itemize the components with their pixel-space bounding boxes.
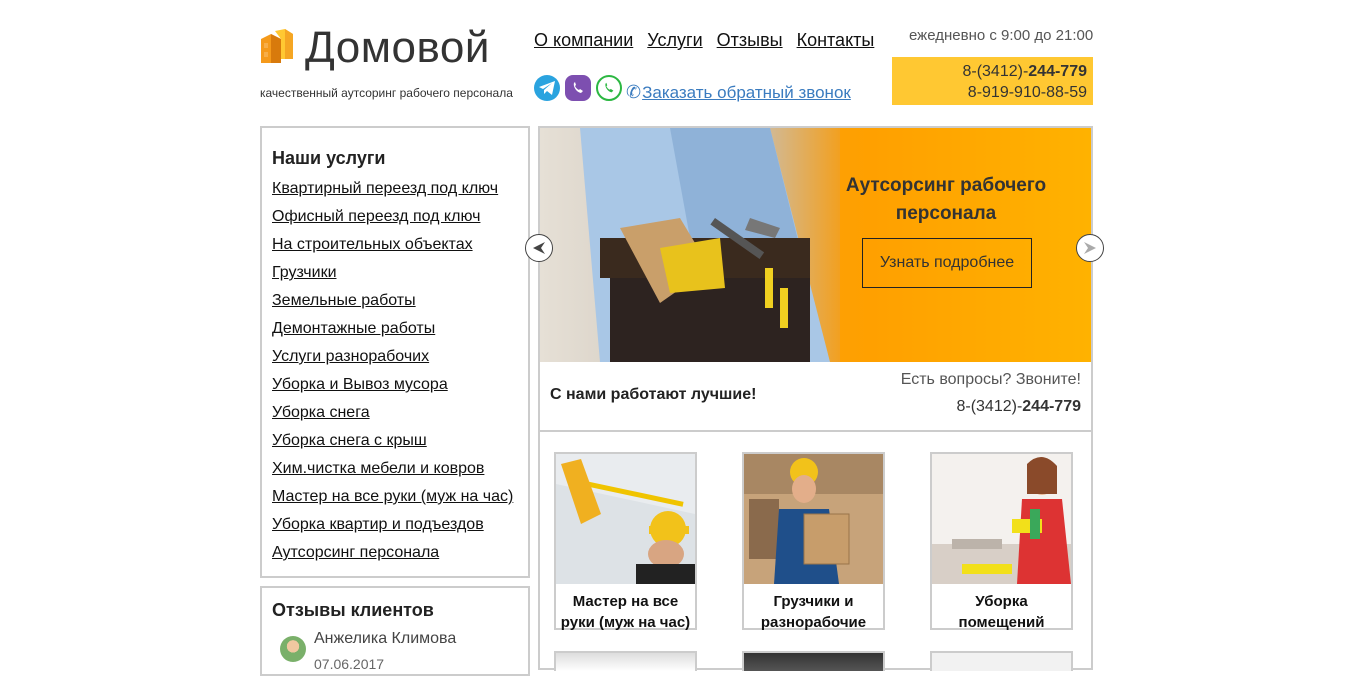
list-item: Офисный переезд под ключ	[272, 203, 528, 231]
avatar	[280, 636, 306, 662]
card-next-row-2[interactable]	[742, 651, 885, 671]
slider-next-button[interactable]	[1076, 234, 1104, 262]
arrow-right-icon	[1084, 242, 1096, 254]
service-link[interactable]: Офисный переезд под ключ	[272, 208, 480, 225]
service-link[interactable]: Уборка снега	[272, 404, 370, 421]
banner-title-line2: персонала	[895, 203, 997, 224]
service-link[interactable]: Хим.чистка мебели и ковров	[272, 460, 484, 477]
reviewer-name: Анжелика Климова	[314, 630, 457, 647]
nav-services[interactable]: Услуги	[647, 30, 702, 51]
banner-slider: Аутсорсинг рабочего персонала Узнать под…	[540, 128, 1091, 362]
list-item: Уборка снега	[272, 399, 528, 427]
card-label-line1: Мастер на все	[572, 593, 679, 610]
contact-phone[interactable]: 8-(3412)-244-779	[956, 398, 1081, 416]
best-slogan: С нами работают лучшие!	[550, 386, 757, 403]
logo-text[interactable]: Домовой	[305, 22, 490, 74]
top-nav: О компании Услуги Отзывы Контакты	[534, 30, 874, 51]
list-item: Хим.чистка мебели и ковров	[272, 455, 528, 483]
card-next-row-1[interactable]	[554, 651, 697, 671]
viber-icon[interactable]	[565, 75, 591, 101]
banner-frame: Аутсорсинг рабочего персонала Узнать под…	[538, 126, 1093, 432]
cleaning-photo	[932, 454, 1071, 584]
service-link[interactable]: Услуги разнорабочих	[272, 348, 429, 365]
learn-more-button[interactable]: Узнать подробнее	[862, 238, 1032, 288]
phone2[interactable]: 8-919-910-88-59	[892, 84, 1093, 102]
reviews-title: Отзывы клиентов	[272, 600, 434, 620]
card-label-line2: помещений	[958, 614, 1045, 631]
callback: ✆ Заказать обратный звонок	[626, 82, 851, 103]
working-hours: ежедневно с 9:00 до 21:00	[909, 27, 1094, 44]
list-item: Уборка снега с крыш	[272, 427, 528, 455]
card-handyman[interactable]: Мастер на все руки (муж на час)	[554, 452, 697, 633]
services-list: Квартирный переезд под ключ Офисный пере…	[262, 175, 528, 567]
list-item: Аутсорсинг персонала	[272, 539, 528, 567]
list-item: Грузчики	[272, 259, 528, 287]
nav-about[interactable]: О компании	[534, 30, 633, 51]
callback-link[interactable]: Заказать обратный звонок	[642, 83, 851, 103]
card-label-line2: разнорабочие	[760, 614, 867, 631]
service-link[interactable]: Квартирный переезд под ключ	[272, 180, 498, 197]
phone1-prefix[interactable]: 8-(3412)-	[962, 63, 1028, 80]
handyman-photo	[556, 454, 695, 584]
contact-phone-prefix: 8-(3412)-	[956, 398, 1023, 415]
nav-reviews[interactable]: Отзывы	[717, 30, 783, 51]
service-link[interactable]: Уборка квартир и подъездов	[272, 516, 484, 533]
nav-contacts[interactable]: Контакты	[797, 30, 875, 51]
service-link[interactable]: На строительных объектах	[272, 236, 473, 253]
phone-box: 8-(3412)-244-779 8-919-910-88-59	[892, 57, 1093, 105]
contact-phone-number: 244-779	[1022, 398, 1081, 415]
card-label: Мастер на все руки (муж на час)	[556, 591, 695, 633]
service-link[interactable]: Грузчики	[272, 264, 337, 281]
list-item: Мастер на все руки (муж на час)	[272, 483, 528, 511]
card-next-row-3[interactable]	[930, 651, 1073, 671]
list-item: Уборка квартир и подъездов	[272, 511, 528, 539]
worker-photo	[540, 128, 840, 362]
list-item: Земельные работы	[272, 287, 528, 315]
service-link[interactable]: Демонтажные работы	[272, 320, 435, 337]
card-label: Уборка помещений	[932, 591, 1071, 633]
banner-title-line1: Аутсорсинг рабочего	[845, 175, 1047, 196]
service-link[interactable]: Уборка и Вывоз мусора	[272, 376, 448, 393]
whatsapp-icon[interactable]	[596, 75, 622, 101]
service-link[interactable]: Мастер на все руки (муж на час)	[272, 488, 513, 505]
services-panel: Наши услуги Квартирный переезд под ключ …	[260, 126, 530, 578]
list-item: Демонтажные работы	[272, 315, 528, 343]
card-label: Грузчики и разнорабочие	[744, 591, 883, 633]
arrow-left-icon	[533, 242, 545, 254]
list-item: На строительных объектах	[272, 231, 528, 259]
messenger-links	[534, 75, 622, 101]
reviews-panel: Отзывы клиентов Анжелика Климова 07.06.2…	[260, 586, 530, 676]
card-label-line1: Уборка	[975, 593, 1028, 610]
banner-title: Аутсорсинг рабочего персонала	[830, 172, 1062, 228]
loaders-photo	[744, 454, 883, 584]
card-cleaning[interactable]: Уборка помещений	[930, 452, 1073, 633]
service-link[interactable]: Аутсорсинг персонала	[272, 544, 439, 561]
list-item: Уборка и Вывоз мусора	[272, 371, 528, 399]
card-loaders[interactable]: Грузчики и разнорабочие	[742, 452, 885, 633]
service-link[interactable]: Земельные работы	[272, 292, 416, 309]
card-label-line2: руки (муж на час)	[560, 614, 691, 631]
service-link[interactable]: Уборка снега с крыш	[272, 432, 427, 449]
logo-icon	[261, 29, 293, 63]
phone1-number[interactable]: 244-779	[1028, 63, 1087, 80]
phone-icon: ✆	[626, 82, 642, 102]
tagline: качественный аутсоринг рабочего персонал…	[260, 86, 513, 100]
services-title: Наши услуги	[272, 148, 386, 168]
list-item: Услуги разнорабочих	[272, 343, 528, 371]
slider-prev-button[interactable]	[525, 234, 553, 262]
card-label-line1: Грузчики и	[773, 593, 854, 610]
question-text: Есть вопросы? Звоните!	[900, 371, 1081, 388]
review-date: 07.06.2017	[314, 656, 385, 672]
list-item: Квартирный переезд под ключ	[272, 175, 528, 203]
telegram-icon[interactable]	[534, 75, 560, 101]
